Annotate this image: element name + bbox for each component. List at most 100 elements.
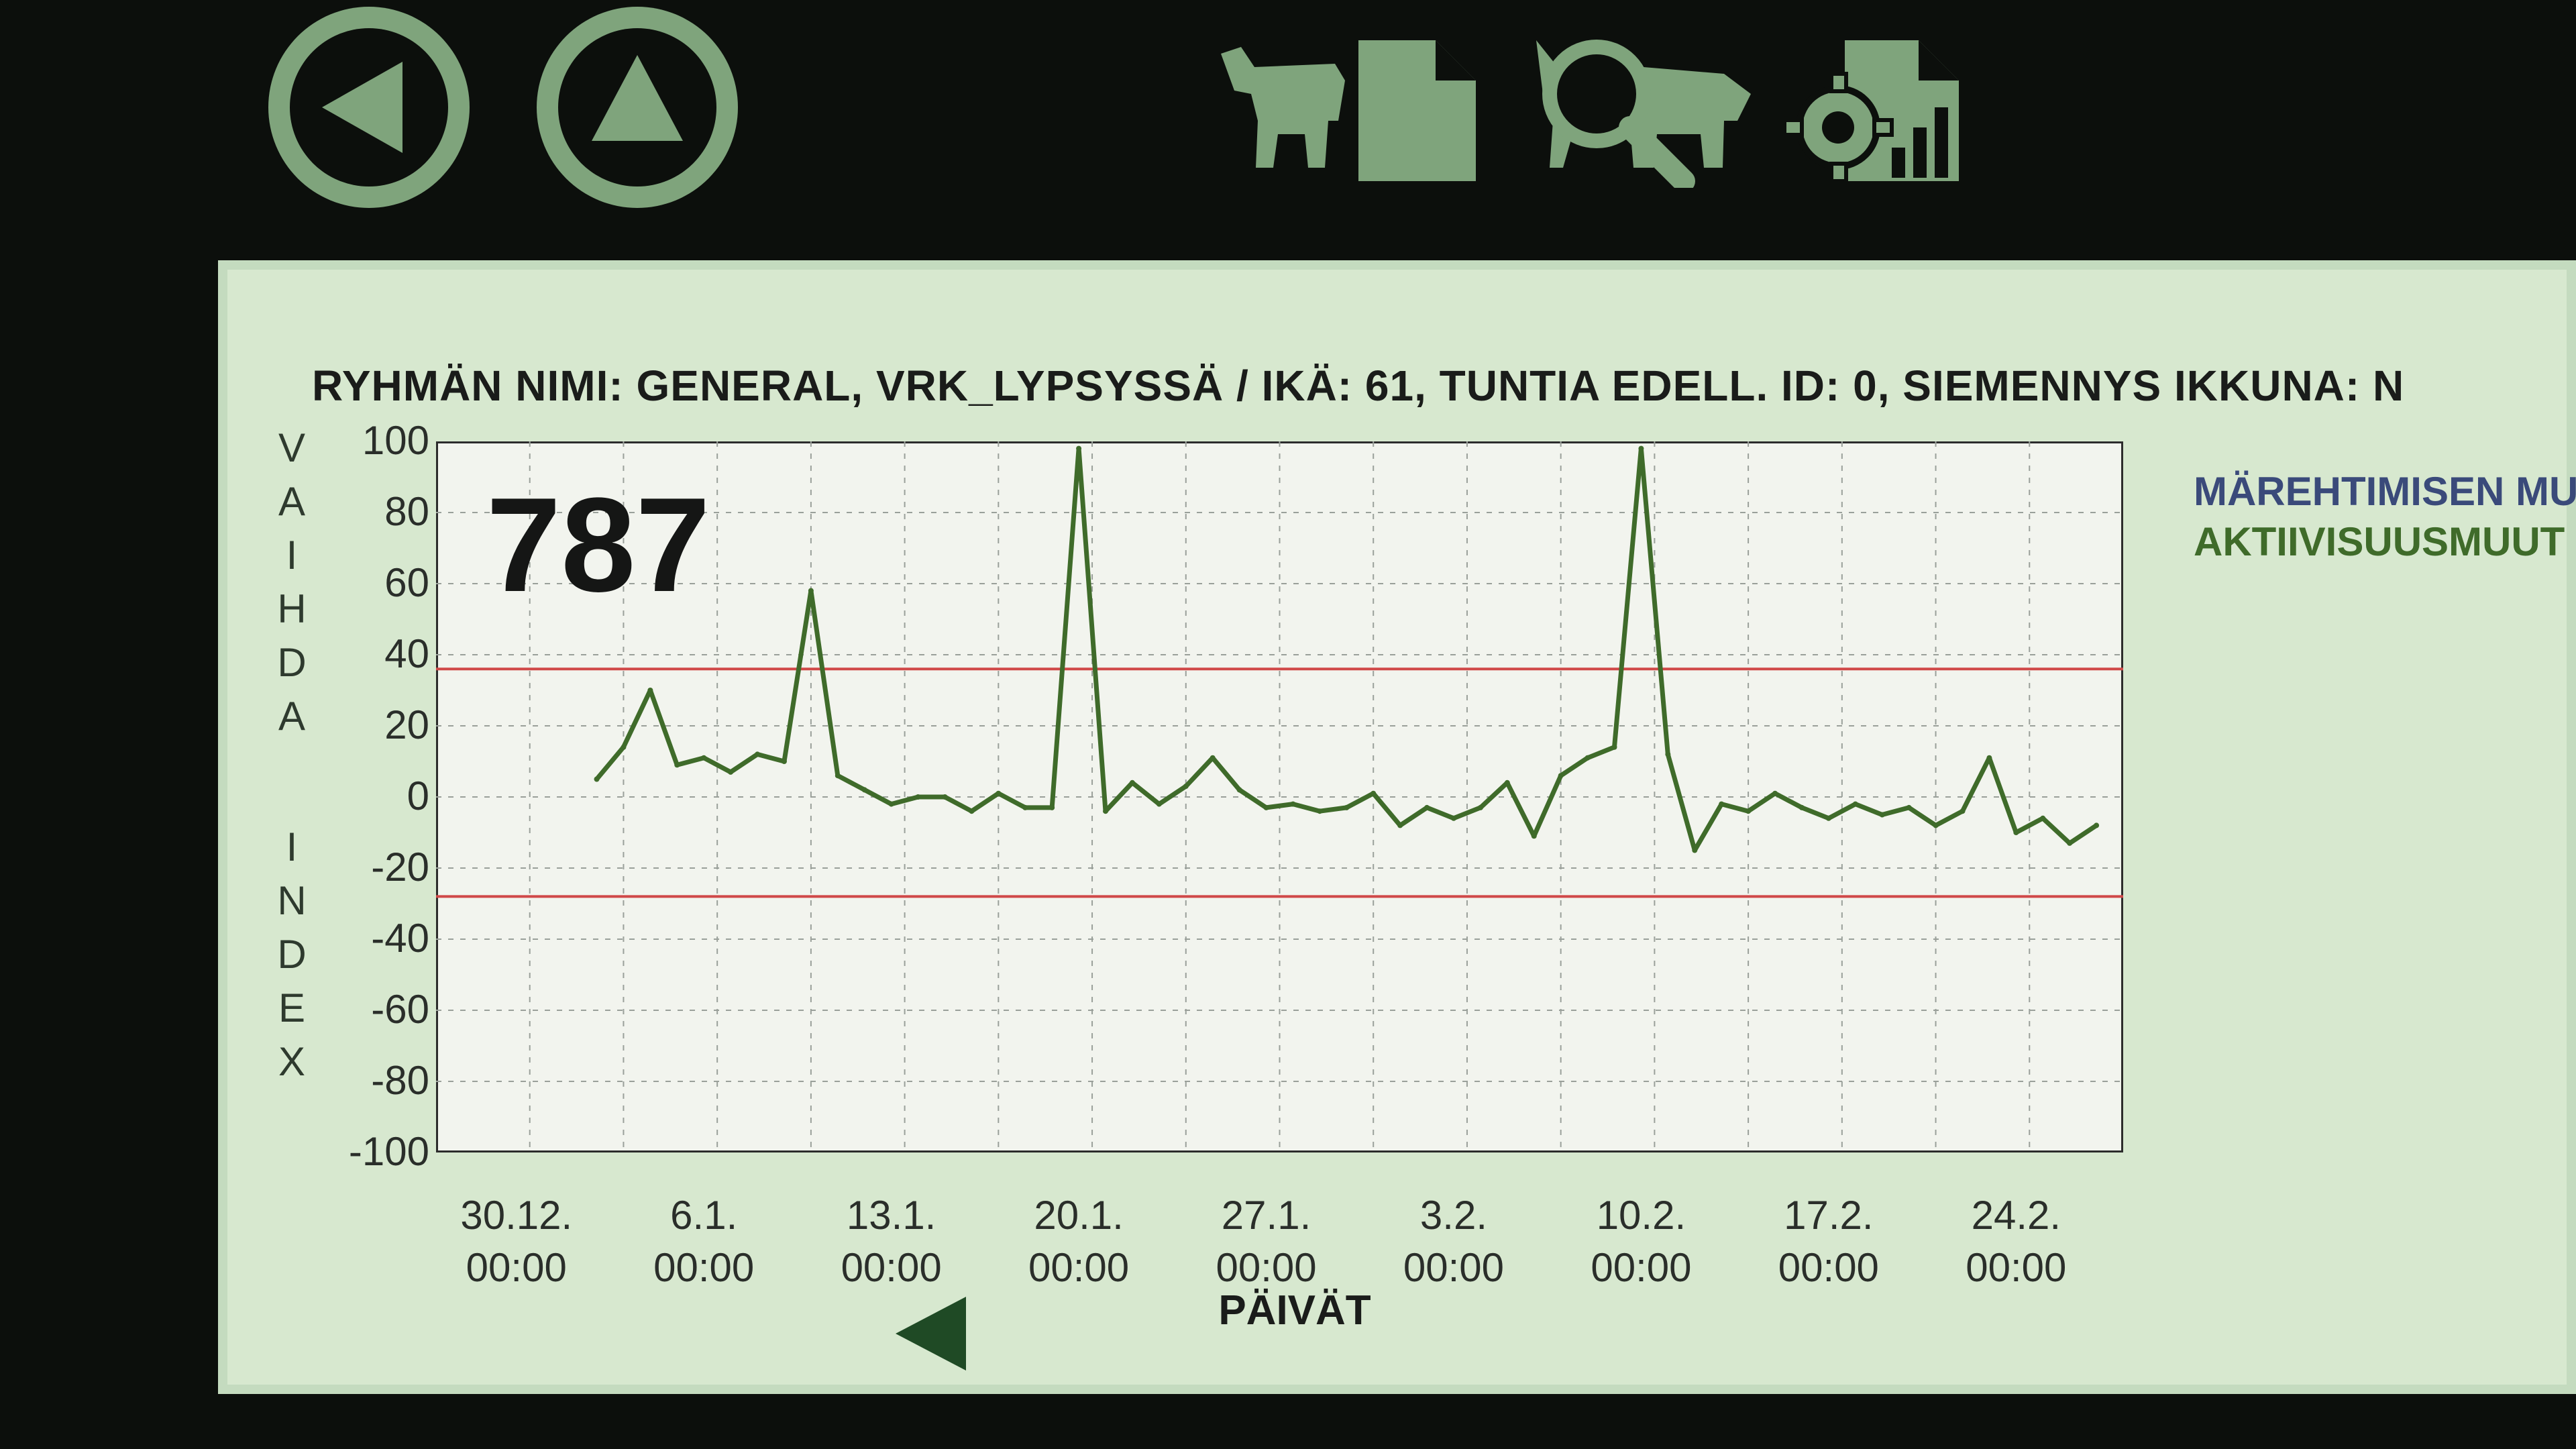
search-cow-button[interactable] <box>1523 27 1764 193</box>
data-point <box>1611 744 1617 750</box>
y-axis-label-letter: H <box>277 586 307 631</box>
data-point <box>1933 822 1939 828</box>
data-point <box>701 755 707 761</box>
data-point <box>728 769 734 775</box>
x-tick-label: 27.1. 00:00 <box>1179 1189 1354 1294</box>
search-cow-icon <box>1536 40 1751 193</box>
y-tick-label: -100 <box>348 1129 429 1174</box>
data-point <box>2094 822 2100 828</box>
data-point <box>1719 801 1725 807</box>
y-axis-label-letter: I <box>286 824 298 869</box>
y-tick-label: 60 <box>384 560 429 605</box>
data-point <box>1960 808 1966 814</box>
data-point <box>1852 801 1858 807</box>
x-tick-label: 20.1. 00:00 <box>991 1189 1166 1294</box>
data-point <box>755 751 761 757</box>
y-tick-label: 20 <box>384 702 429 747</box>
x-axis-title: PÄIVÄT <box>1218 1287 1371 1334</box>
data-point <box>1076 445 1082 451</box>
data-point <box>1210 755 1216 761</box>
data-point <box>1825 815 1831 821</box>
x-tick-label: 17.2. 00:00 <box>1741 1189 1916 1294</box>
data-point <box>1424 804 1430 810</box>
back-button[interactable] <box>268 7 470 208</box>
y-tick-label: 80 <box>384 489 429 534</box>
y-tick-label: -20 <box>371 845 429 890</box>
back-arrow-icon <box>290 28 448 186</box>
data-point <box>996 790 1002 796</box>
data-point <box>647 688 653 693</box>
up-arrow-icon <box>558 28 716 186</box>
cow-report-icon <box>1221 40 1476 181</box>
x-tick-time: 00:00 <box>653 1245 755 1290</box>
data-point <box>915 794 921 800</box>
legend-rumination: MÄREHTIMISEN MU <box>2194 469 2576 514</box>
x-tick-label: 24.2. 00:00 <box>1929 1189 2103 1294</box>
data-point <box>1986 755 1992 761</box>
y-axis-label-letter: A <box>278 694 306 739</box>
data-point <box>1236 787 1242 793</box>
data-point <box>1156 801 1162 807</box>
y-axis-label-letter: A <box>278 479 306 524</box>
data-point <box>1290 801 1296 807</box>
data-point <box>1129 780 1135 786</box>
x-tick-date: 3.2. <box>1419 1193 1487 1238</box>
legend-activity: AKTIIVISUUSMUUT <box>2194 519 2565 564</box>
data-point <box>888 801 894 807</box>
x-tick-label: 30.12. 00:00 <box>429 1189 604 1294</box>
y-tick-label: -60 <box>371 987 429 1032</box>
data-point <box>1344 804 1350 810</box>
y-axis-label-letter: D <box>277 932 307 977</box>
x-tick-label: 6.1. 00:00 <box>616 1189 791 1294</box>
data-point <box>1103 808 1109 814</box>
x-tick-date: 24.2. <box>1971 1193 2061 1238</box>
data-point <box>1638 445 1644 451</box>
data-point <box>942 794 948 800</box>
data-point <box>835 773 841 779</box>
data-point <box>2040 815 2046 821</box>
data-point <box>1692 847 1698 853</box>
y-axis-label-letter: D <box>277 640 307 685</box>
cow-activity-screen: RYHMÄN NIMI: GENERAL, VRK_LYPSYSSÄ / IKÄ… <box>218 260 2576 1394</box>
group-info-header: RYHMÄN NIMI: GENERAL, VRK_LYPSYSSÄ / IKÄ… <box>312 362 2405 410</box>
data-point <box>781 759 787 764</box>
data-point <box>1585 755 1591 761</box>
data-point <box>1263 804 1269 810</box>
data-point <box>1665 751 1671 757</box>
previous-period-button[interactable] <box>889 1290 976 1381</box>
data-point <box>1317 808 1323 814</box>
x-tick-date: 27.1. <box>1221 1193 1311 1238</box>
toolbar <box>0 0 2576 255</box>
x-tick-date: 10.2. <box>1596 1193 1686 1238</box>
settings-chart-button[interactable] <box>1782 27 1966 191</box>
settings-chart-icon <box>1782 40 1959 183</box>
data-point <box>2067 840 2073 846</box>
y-axis-label-letter: E <box>278 985 306 1030</box>
x-tick-time: 00:00 <box>1591 1245 1692 1290</box>
left-triangle-icon <box>896 1297 966 1371</box>
data-point <box>1022 804 1028 810</box>
data-point <box>861 787 867 793</box>
x-tick-label: 13.1. 00:00 <box>804 1189 979 1294</box>
data-point <box>1558 773 1564 779</box>
x-tick-label: 10.2. 00:00 <box>1554 1189 1728 1294</box>
x-tick-time: 00:00 <box>1028 1245 1130 1290</box>
x-tick-date: 20.1. <box>1034 1193 1124 1238</box>
data-point <box>1183 784 1189 790</box>
data-point <box>1397 822 1403 828</box>
y-axis-label-letter: N <box>277 878 307 923</box>
y-axis-label-letter: X <box>278 1039 306 1084</box>
data-point <box>1799 804 1805 810</box>
cow-report-button[interactable] <box>1214 27 1483 191</box>
data-point <box>1477 804 1483 810</box>
data-point <box>2013 830 2019 835</box>
data-point <box>1504 780 1510 786</box>
y-tick-label: -80 <box>371 1058 429 1103</box>
y-tick-label: 100 <box>362 418 429 463</box>
up-button[interactable] <box>537 7 738 208</box>
data-point <box>1049 804 1055 810</box>
data-point <box>808 588 814 594</box>
data-point <box>1906 804 1912 810</box>
x-tick-date: 30.12. <box>460 1193 573 1238</box>
data-point <box>1879 812 1885 818</box>
